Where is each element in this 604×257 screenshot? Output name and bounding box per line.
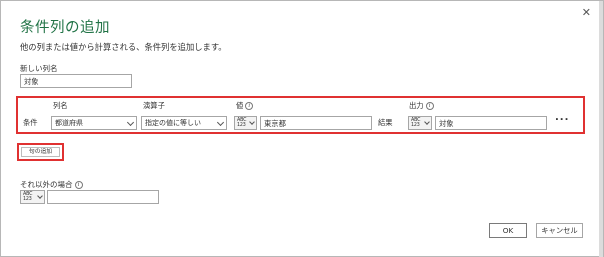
add-conditional-column-dialog: ✕ 条件列の追加 他の列または値から計算される、条件列を追加します。 新しい列名… <box>0 0 604 257</box>
dialog-description: 他の列または値から計算される、条件列を追加します。 <box>20 42 227 52</box>
chevron-down-icon <box>216 118 225 127</box>
otherwise-label-wrap: それ以外の場合 i <box>20 179 83 190</box>
info-icon[interactable]: i <box>245 102 254 110</box>
more-options-icon[interactable]: ... <box>555 112 569 123</box>
output-header: 出力 i <box>409 101 434 111</box>
column-name-value: 都道府県 <box>55 119 83 127</box>
result-label: 結果 <box>378 118 393 127</box>
dialog-title: 条件列の追加 <box>20 20 110 36</box>
condition-clause-highlight: 列名 演算子 値i 出力 i 条件 都道府県 指定の値に等しい ABC 123 東… <box>16 96 585 134</box>
value-header: 値i <box>236 101 254 111</box>
add-clause-button[interactable]: 句の追加 <box>21 147 60 157</box>
window-edge <box>599 1 603 257</box>
ok-button[interactable]: OK <box>489 223 527 238</box>
chevron-down-icon <box>126 118 135 127</box>
operator-header: 演算子 <box>143 101 165 110</box>
condition-row-label: 条件 <box>23 118 38 127</box>
value-input[interactable]: 東京都 <box>260 116 372 130</box>
new-column-name-input[interactable]: 対象 <box>20 74 132 88</box>
column-header: 列名 <box>53 101 68 110</box>
value-type-selector[interactable]: ABC 123 <box>234 116 257 130</box>
value-header-label: 値 <box>236 101 244 110</box>
otherwise-type-selector[interactable]: ABC 123 <box>20 190 45 204</box>
info-icon[interactable]: i <box>74 181 83 189</box>
operator-dropdown[interactable]: 指定の値に等しい <box>141 116 227 130</box>
output-input[interactable]: 対象 <box>435 116 547 130</box>
new-column-label: 新しい列名 <box>20 64 58 73</box>
otherwise-value-input[interactable] <box>47 190 159 204</box>
output-header-label: 出力 <box>409 101 424 110</box>
operator-value: 指定の値に等しい <box>145 119 201 127</box>
output-type-selector[interactable]: ABC 123 <box>408 116 432 130</box>
cancel-button[interactable]: キャンセル <box>536 223 583 238</box>
close-icon[interactable]: ✕ <box>582 7 591 18</box>
add-clause-highlight: 句の追加 <box>17 143 64 161</box>
otherwise-label: それ以外の場合 <box>20 180 73 189</box>
info-icon[interactable]: i <box>425 102 434 110</box>
column-name-dropdown[interactable]: 都道府県 <box>51 116 137 130</box>
